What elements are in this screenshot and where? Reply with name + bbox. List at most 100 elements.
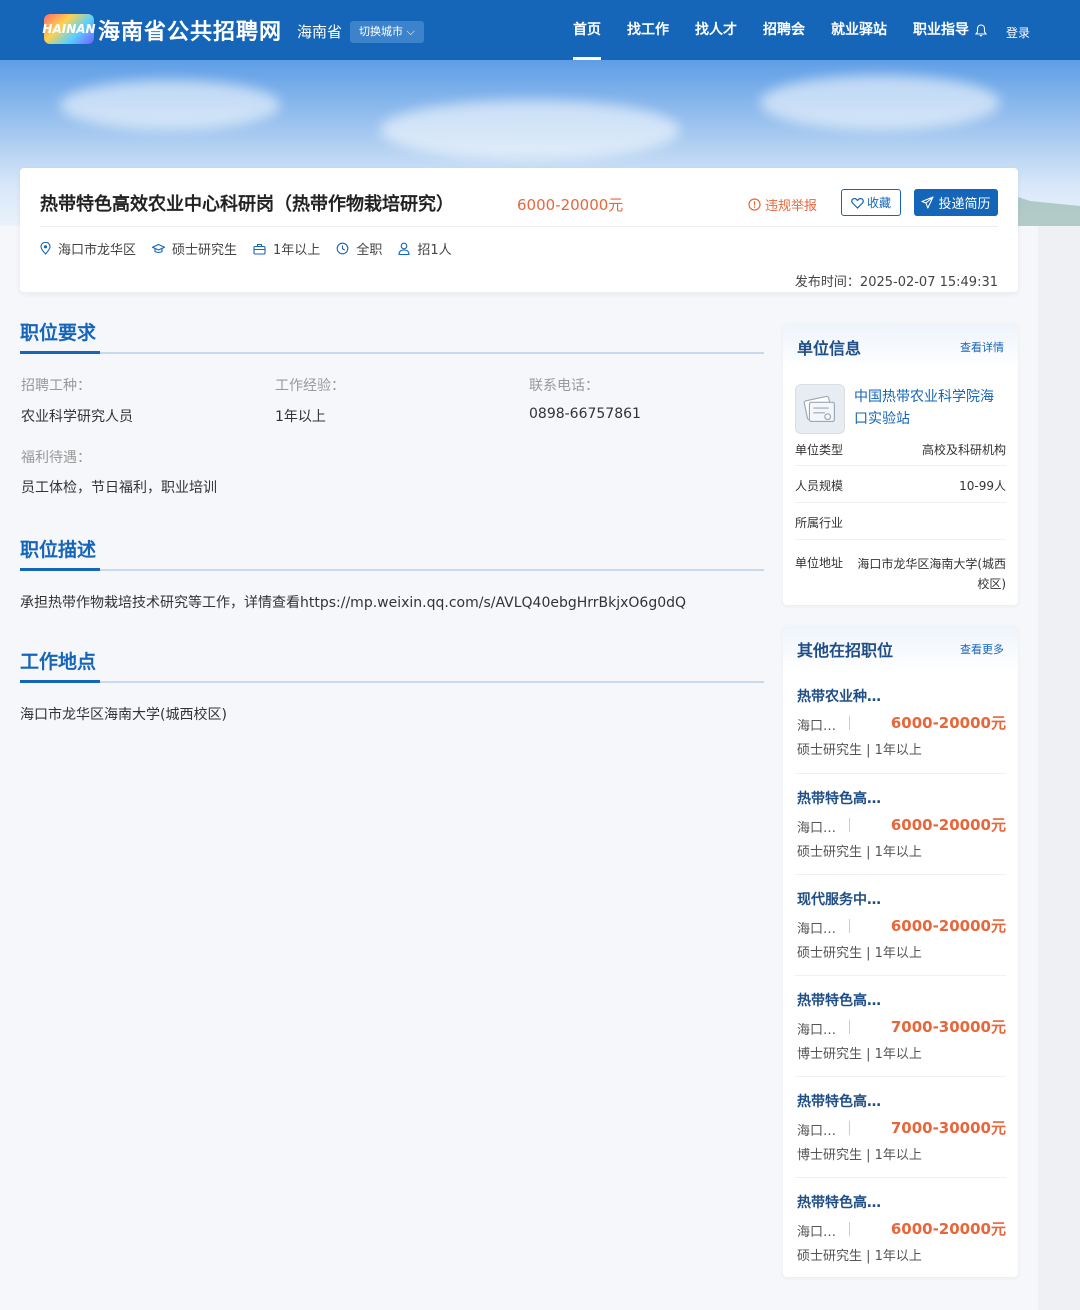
other-job-requirements: 硕士研究生 | 1年以上 — [797, 743, 922, 758]
heart-icon — [851, 197, 864, 209]
company-industry-row: 所属行业 — [795, 503, 1006, 540]
meta-type: 全职 — [336, 239, 382, 258]
company-industry-label: 所属行业 — [795, 516, 844, 530]
other-job-location: 海口… — [797, 1023, 837, 1038]
field-value-phone: 0898-66757861 — [529, 406, 641, 422]
other-job-location: 海口… — [797, 821, 837, 836]
other-job-requirements: 硕士研究生 | 1年以上 — [797, 1249, 922, 1264]
nav-find-job[interactable]: 找工作 — [627, 0, 669, 60]
work-location-text: 海口市龙华区海南大学(城西校区) — [20, 707, 227, 723]
main-nav: 首页 找工作 找人才 招聘会 就业驿站 职业指导 — [560, 0, 982, 60]
field-value-benefits: 员工体检，节日福利，职业培训 — [21, 480, 217, 496]
separator — [849, 1121, 850, 1135]
apply-label: 投递简历 — [938, 197, 991, 212]
company-type-value: 高校及科研机构 — [921, 443, 1006, 457]
list-item[interactable]: 热带农业种… 海口… 6000-20000元 硕士研究生 | 1年以上 — [795, 672, 1006, 774]
person-icon — [398, 242, 410, 255]
company-name-link[interactable]: 中国热带农业科学院海口实验站 — [854, 386, 1006, 430]
other-job-location: 海口… — [797, 1225, 837, 1240]
send-icon — [921, 196, 935, 209]
company-address-value: 海口市龙华区海南大学(城西校区) — [857, 557, 1006, 591]
company-card-title: 单位信息 — [797, 339, 862, 358]
job-meta-row: 海口市龙华区 硕士研究生 1年以上 全职 招1人 — [40, 239, 468, 258]
nav-find-talent[interactable]: 找人才 — [695, 0, 737, 60]
job-summary-card: 热带特色高效农业中心科研岗（热带作物栽培研究） 6000-20000元 违规举报… — [20, 168, 1018, 292]
company-size-value: 10-99人 — [959, 479, 1006, 493]
other-job-title[interactable]: 热带农业种… — [797, 686, 881, 706]
requirements-title: 职位要求 — [20, 322, 97, 344]
site-logo[interactable]: HAINAN — [42, 14, 96, 44]
list-item[interactable]: 现代服务中… 海口… 6000-20000元 硕士研究生 | 1年以上 — [795, 875, 1006, 976]
work-location-title: 工作地点 — [20, 651, 97, 673]
other-job-location: 海口… — [797, 719, 837, 734]
company-logo-icon[interactable] — [795, 384, 845, 434]
field-label-experience: 工作经验： — [275, 378, 345, 394]
favorite-label: 收藏 — [866, 196, 891, 210]
requirements-divider — [20, 351, 764, 354]
separator — [849, 1222, 850, 1236]
other-job-title[interactable]: 热带特色高… — [797, 788, 881, 808]
current-province: 海南省 — [297, 23, 343, 41]
login-link[interactable]: 登录 — [1006, 24, 1030, 41]
other-job-salary: 7000-30000元 — [890, 1119, 1006, 1137]
list-item[interactable]: 热带特色高… 海口… 6000-20000元 硕士研究生 | 1年以上 — [795, 774, 1006, 875]
field-value-experience: 1年以上 — [275, 409, 326, 425]
other-job-salary: 6000-20000元 — [890, 714, 1006, 732]
other-job-title[interactable]: 热带特色高… — [797, 1192, 881, 1212]
list-item[interactable]: 热带特色高… 海口… 6000-20000元 硕士研究生 | 1年以上 — [795, 1178, 1006, 1279]
company-address-label: 单位地址 — [795, 556, 844, 570]
other-job-requirements: 博士研究生 | 1年以上 — [797, 1047, 922, 1062]
page-scrollbar-track[interactable] — [1038, 226, 1080, 1310]
more-jobs-link[interactable]: 查看更多 — [960, 641, 1004, 657]
other-job-location: 海口… — [797, 1124, 837, 1139]
other-job-requirements: 硕士研究生 | 1年以上 — [797, 946, 922, 961]
company-info-card: 单位信息 查看详情 中国热带农业科学院海口实验站 单位类型 高校及科研机构 人员… — [783, 324, 1018, 605]
top-navbar: HAINAN 海南省公共招聘网 海南省 切换城市 ⌵ 首页 找工作 找人才 招聘… — [0, 0, 1080, 60]
other-job-title[interactable]: 热带特色高… — [797, 990, 881, 1010]
other-jobs-title: 其他在招职位 — [797, 641, 894, 660]
report-link[interactable]: 违规举报 — [748, 195, 817, 214]
meta-location: 海口市龙华区 — [40, 239, 136, 258]
meta-education: 硕士研究生 — [152, 239, 237, 258]
nav-career-guidance[interactable]: 职业指导 — [913, 0, 969, 60]
other-job-requirements: 硕士研究生 | 1年以上 — [797, 845, 922, 860]
other-job-salary: 6000-20000元 — [890, 1220, 1006, 1238]
other-jobs-list: 热带农业种… 海口… 6000-20000元 硕士研究生 | 1年以上 热带特色… — [783, 672, 1018, 1279]
company-details-link[interactable]: 查看详情 — [960, 339, 1004, 355]
company-type-label: 单位类型 — [795, 443, 844, 457]
meta-headcount-text: 招1人 — [417, 243, 452, 258]
separator — [849, 919, 850, 933]
description-divider — [20, 568, 764, 571]
company-identity: 中国热带农业科学院海口实验站 — [783, 370, 1018, 434]
meta-experience: 1年以上 — [253, 239, 320, 258]
nav-home[interactable]: 首页 — [573, 0, 601, 60]
location-pin-icon — [40, 242, 51, 255]
meta-education-text: 硕士研究生 — [172, 243, 238, 258]
company-type-row: 单位类型 高校及科研机构 — [795, 430, 1006, 466]
switch-city-button[interactable]: 切换城市 ⌵ — [350, 21, 424, 43]
briefcase-icon — [253, 243, 266, 255]
nav-job-fair[interactable]: 招聘会 — [763, 0, 805, 60]
site-title[interactable]: 海南省公共招聘网 — [98, 14, 282, 46]
warning-icon — [748, 198, 761, 211]
work-location-divider — [20, 680, 764, 683]
field-value-job-type: 农业科学研究人员 — [21, 409, 133, 425]
list-item[interactable]: 热带特色高… 海口… 7000-30000元 博士研究生 | 1年以上 — [795, 1077, 1006, 1178]
nav-employment-station[interactable]: 就业驿站 — [831, 0, 887, 60]
separator — [849, 716, 850, 730]
other-job-title[interactable]: 现代服务中… — [797, 889, 881, 909]
other-jobs-card: 其他在招职位 查看更多 热带农业种… 海口… 6000-20000元 硕士研究生… — [783, 626, 1018, 1277]
job-salary: 6000-20000元 — [517, 196, 624, 214]
other-job-salary: 7000-30000元 — [890, 1018, 1006, 1036]
card-divider — [40, 226, 998, 227]
company-size-label: 人员规模 — [795, 479, 844, 493]
field-label-phone: 联系电话： — [529, 378, 599, 394]
other-job-requirements: 博士研究生 | 1年以上 — [797, 1148, 922, 1163]
field-label-benefits: 福利待遇： — [21, 450, 91, 466]
bell-icon[interactable] — [975, 24, 987, 37]
list-item[interactable]: 热带特色高… 海口… 7000-30000元 博士研究生 | 1年以上 — [795, 976, 1006, 1077]
other-job-title[interactable]: 热带特色高… — [797, 1091, 881, 1111]
apply-resume-button[interactable]: 投递简历 — [914, 189, 998, 216]
description-title: 职位描述 — [20, 539, 97, 561]
favorite-button[interactable]: 收藏 — [841, 189, 901, 216]
